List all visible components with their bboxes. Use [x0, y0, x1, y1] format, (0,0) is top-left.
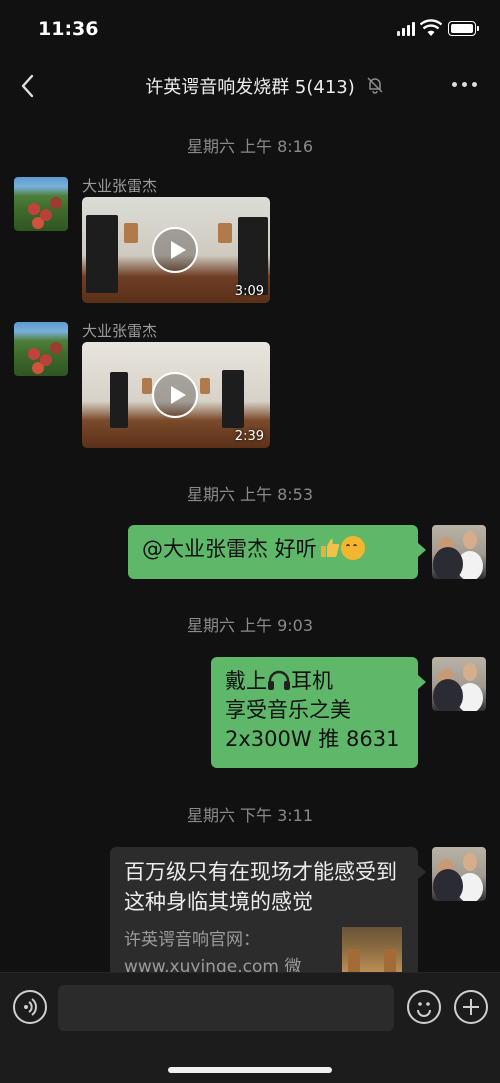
message-line: 享受音乐之美 [225, 698, 351, 722]
message-line: 戴上 耳机 [225, 667, 404, 696]
play-icon[interactable] [152, 372, 198, 418]
my-avatar[interactable] [432, 657, 486, 711]
chat-header: 许英谔音响发烧群 5(413) [0, 58, 500, 114]
chat-title: 许英谔音响发烧群 5(413) [145, 77, 355, 98]
time-separator: 星期六 上午 9:03 [186, 616, 314, 635]
link-title: 百万级只有在现场才能感受到这种身临其境的感觉 [124, 860, 397, 914]
speaker-right [222, 370, 244, 428]
time-separator: 星期六 上午 8:53 [186, 485, 314, 504]
message-line: 2x300W 推 8631 [225, 727, 400, 751]
time-separator: 星期六 上午 8:16 [186, 137, 314, 156]
sender-avatar[interactable] [14, 322, 68, 376]
bookshelf-speaker [200, 378, 210, 394]
message-text: @大业张雷杰 好听 [142, 537, 317, 561]
sender-avatar[interactable] [14, 177, 68, 231]
video-duration: 3:09 [234, 284, 264, 299]
play-icon[interactable] [152, 227, 198, 273]
input-bar [0, 972, 500, 1083]
video-message[interactable]: 2:39 [82, 342, 270, 448]
message-input[interactable] [58, 985, 394, 1031]
link-description-line: 许英谔音响官网： [124, 930, 260, 950]
message-text: 耳机 [291, 669, 333, 693]
wifi-icon [420, 19, 442, 36]
bookshelf-speaker [218, 223, 232, 243]
battery-icon [448, 21, 479, 36]
more-plus-icon[interactable] [454, 990, 488, 1024]
speaker-left [110, 372, 128, 428]
cellular-signal-icon [397, 22, 417, 36]
voice-input-icon[interactable] [13, 990, 47, 1024]
message-bubble[interactable]: @大业张雷杰 好听 [128, 525, 426, 579]
emoji-picker-icon[interactable] [407, 990, 441, 1024]
speaker-left [86, 215, 118, 293]
message-text: 戴上 [225, 669, 267, 693]
sender-name: 大业张雷杰 [82, 177, 158, 195]
video-duration: 2:39 [234, 429, 264, 444]
status-bar: 11:36 [0, 0, 500, 58]
thumbs-up-icon [320, 539, 339, 557]
my-avatar[interactable] [432, 525, 486, 579]
time-separator: 星期六 下午 3:11 [186, 806, 314, 825]
bookshelf-speaker [124, 223, 138, 243]
message-bubble[interactable]: 戴上 耳机 享受音乐之美 2x300W 推 8631 [211, 657, 426, 768]
sender-name: 大业张雷杰 [82, 322, 158, 340]
more-options-icon[interactable] [452, 82, 480, 90]
headphones-icon [268, 670, 290, 690]
back-arrow-icon[interactable] [18, 72, 38, 100]
video-message[interactable]: 3:09 [82, 197, 270, 303]
mute-bell-icon [367, 77, 383, 94]
status-time: 11:36 [38, 18, 99, 40]
home-indicator[interactable] [168, 1067, 332, 1073]
laughing-emoji-icon [340, 536, 365, 560]
bookshelf-speaker [142, 378, 152, 394]
my-avatar[interactable] [432, 847, 486, 901]
